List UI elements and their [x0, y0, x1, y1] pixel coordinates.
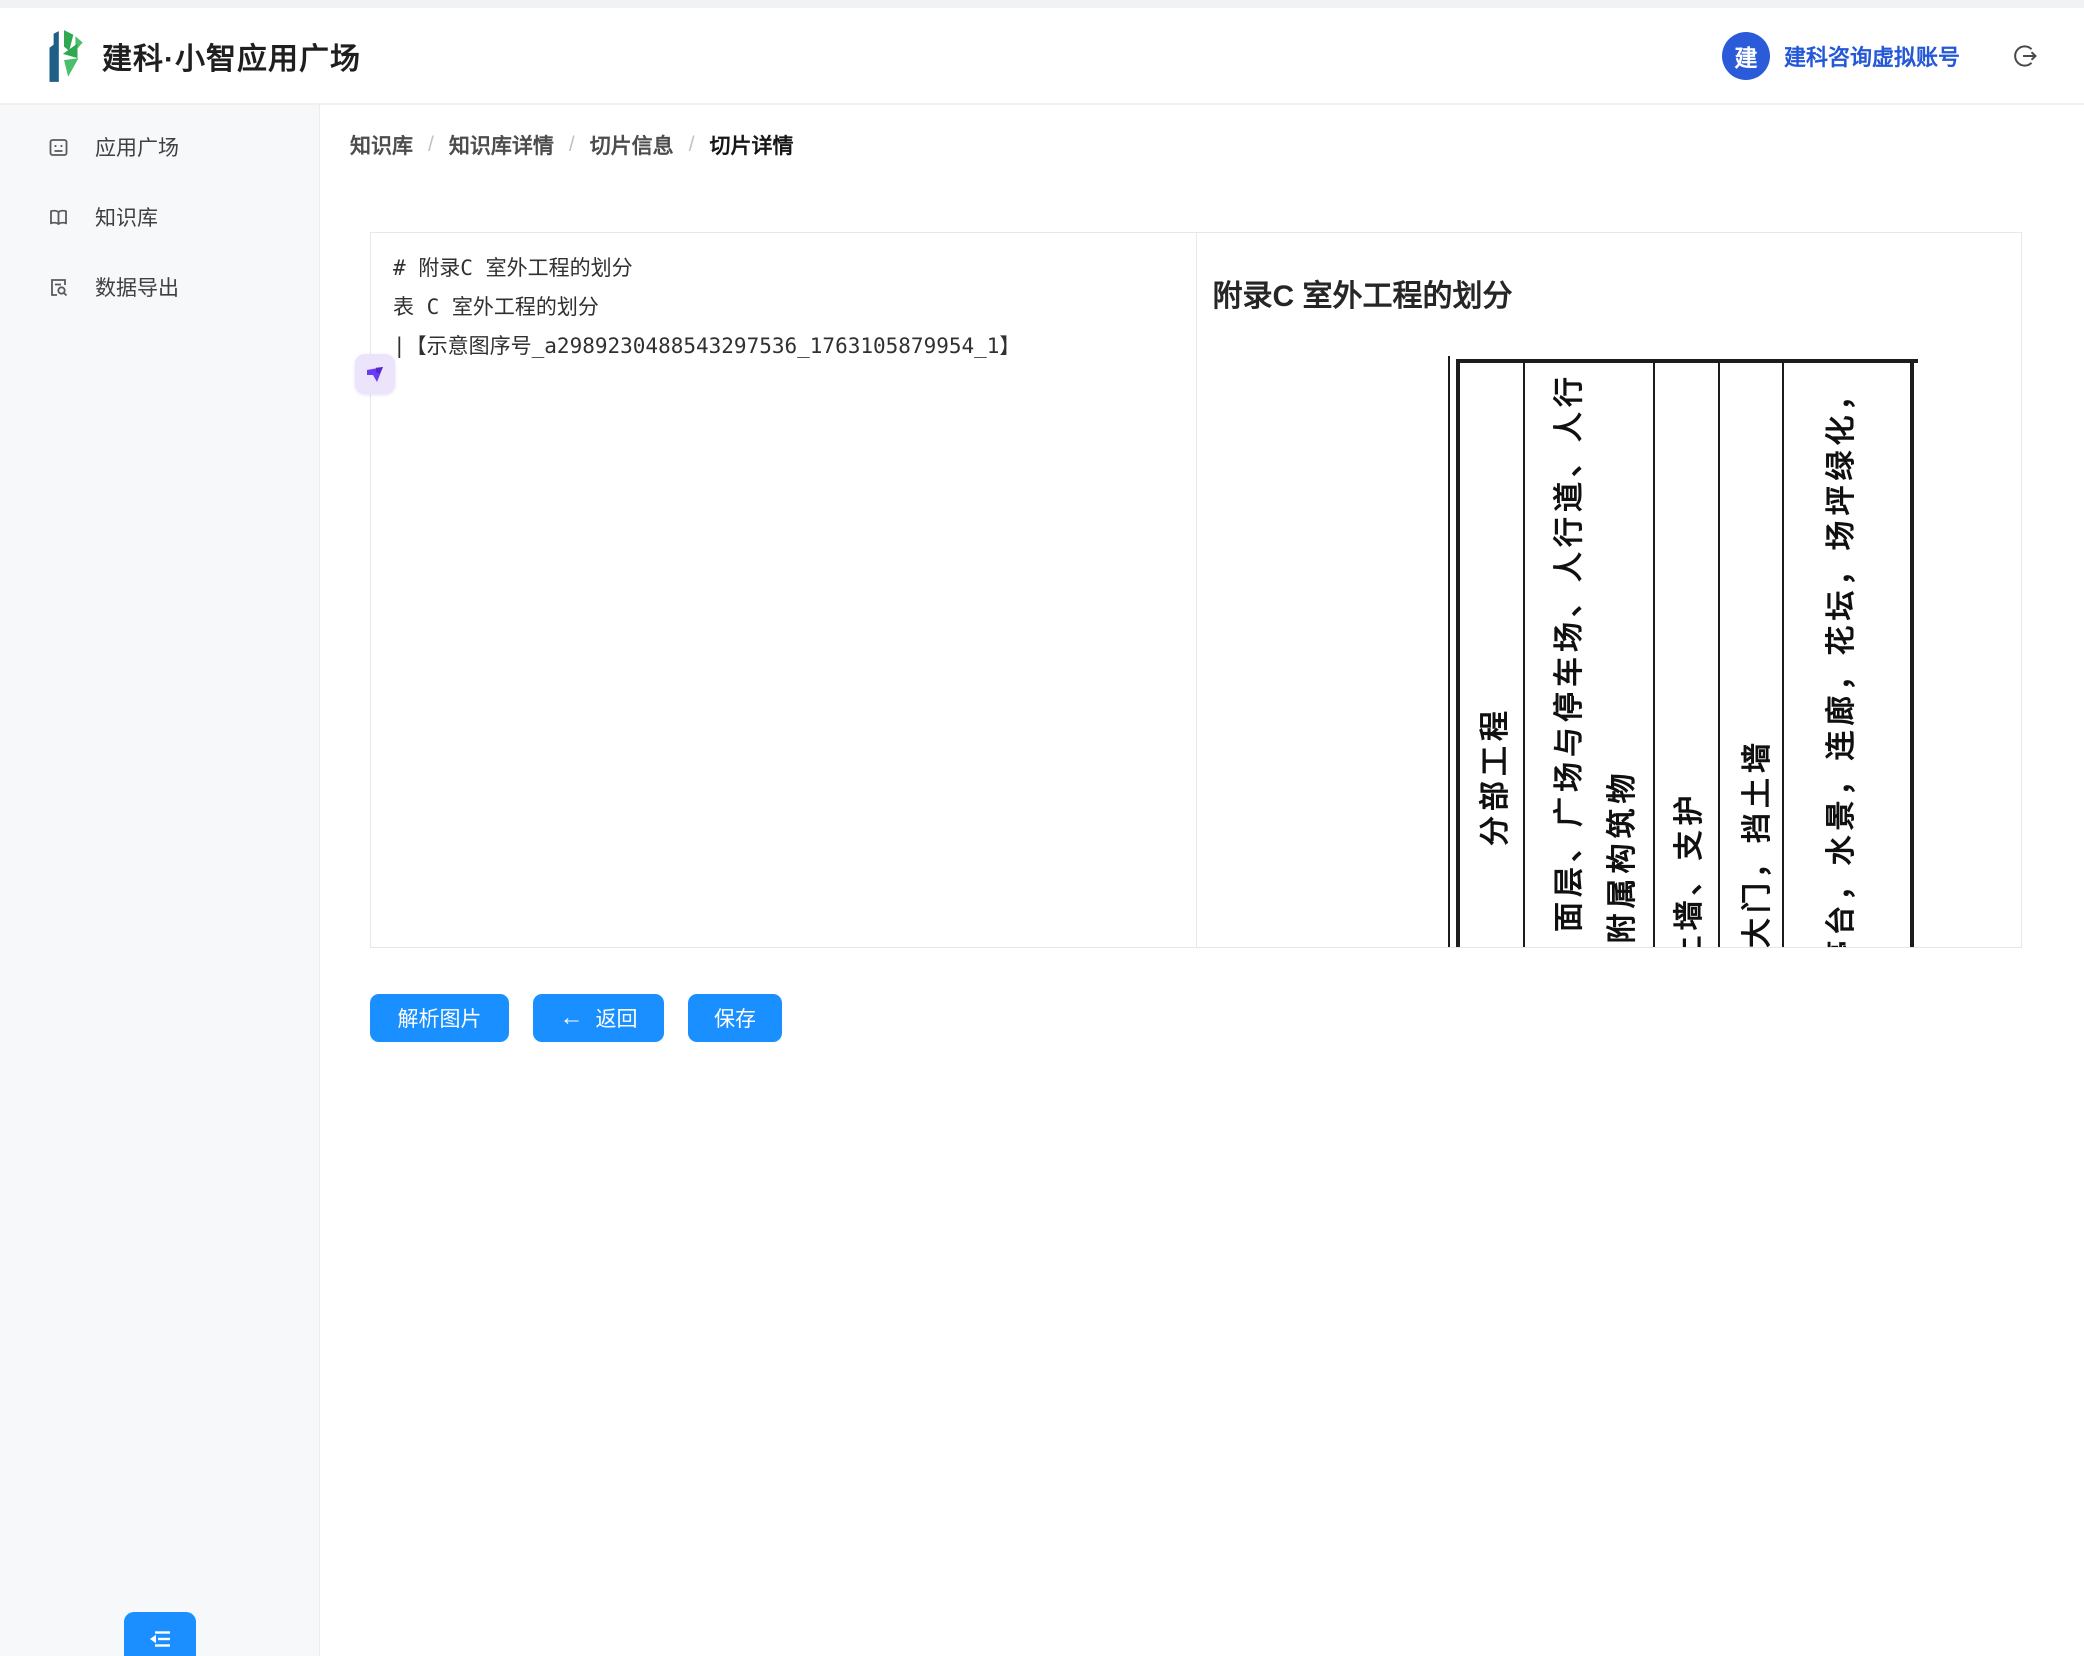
- ai-assistant-badge[interactable]: [355, 354, 395, 394]
- avatar[interactable]: 建: [1722, 32, 1770, 80]
- scan-divider: [1523, 361, 1526, 947]
- sidebar-item-app-plaza[interactable]: 应用广场: [0, 112, 319, 182]
- scan-column-text: 附属构筑物: [1597, 769, 1641, 944]
- ai-assistant-icon: [363, 362, 387, 386]
- editor-line: # 附录C 室外工程的划分: [393, 249, 1176, 288]
- window-top-strip: [0, 0, 2084, 8]
- scanned-table-image: 分部工程 面层、广场与停车场、人行道、人行 附属构筑物 土墙、支护 大门，挡土墙…: [1448, 356, 1926, 947]
- scan-divider: [1718, 361, 1721, 947]
- breadcrumb-separator: /: [689, 133, 695, 157]
- sidebar-item-label: 数据导出: [95, 272, 179, 302]
- collapse-sidebar-icon: [146, 1625, 174, 1653]
- account-name[interactable]: 建科咨询虚拟账号: [1784, 40, 1960, 72]
- slice-detail-panels: # 附录C 室外工程的划分 表 C 室外工程的划分 |【示意图序号_a29892…: [370, 232, 2022, 948]
- breadcrumb-separator: /: [569, 133, 575, 157]
- breadcrumb-knowledge-base[interactable]: 知识库: [350, 130, 413, 160]
- parse-image-button[interactable]: 解析图片: [370, 994, 509, 1042]
- sidebar: 应用广场 知识库 数据导出: [0, 105, 320, 1656]
- back-arrow-icon: ←: [560, 1006, 584, 1030]
- back-button[interactable]: ← 返回: [533, 994, 664, 1042]
- sidebar-item-data-export[interactable]: 数据导出: [0, 252, 319, 322]
- markdown-preview: 附录C 室外工程的划分 分部工程 面层、广场与停车场、人行道、人行: [1197, 233, 2021, 947]
- scan-divider: [1653, 361, 1656, 947]
- brand-logo-icon: [40, 28, 88, 84]
- back-label: 返回: [596, 1003, 638, 1033]
- application-window: 建科·小智应用广场 建 建科咨询虚拟账号: [0, 0, 2084, 1656]
- scan-column-text: 分部工程: [1470, 706, 1514, 846]
- sidebar-item-knowledge-base[interactable]: 知识库: [0, 182, 319, 252]
- breadcrumb: 知识库 / 知识库详情 / 切片信息 / 切片详情: [350, 125, 794, 165]
- logout-icon[interactable]: [2010, 41, 2040, 71]
- knowledge-base-icon: [47, 206, 70, 229]
- scan-column-text: 面层、广场与停车场、人行道、人行: [1544, 372, 1588, 932]
- sidebar-item-label: 应用广场: [95, 132, 179, 162]
- editor-line: 表 C 室外工程的划分: [393, 288, 1176, 327]
- scan-border-right: [1910, 359, 1914, 947]
- breadcrumb-kb-detail[interactable]: 知识库详情: [449, 130, 554, 160]
- save-button[interactable]: 保存: [688, 994, 782, 1042]
- parse-image-label: 解析图片: [398, 1003, 482, 1033]
- scan-column-text: 大门，挡土墙: [1732, 738, 1776, 947]
- preview-heading: 附录C 室外工程的划分: [1213, 271, 1513, 315]
- editor-line: |【示意图序号_a2989230488543297536_17631058799…: [393, 327, 1176, 366]
- scan-column-text: 亭台，水景，连廊，花坛，场坪绿化，: [1816, 376, 1860, 948]
- collapse-sidebar-button[interactable]: [124, 1612, 196, 1656]
- breadcrumb-current-slice-detail: 切片详情: [710, 130, 794, 160]
- markdown-editor[interactable]: # 附录C 室外工程的划分 表 C 室外工程的划分 |【示意图序号_a29892…: [371, 233, 1197, 947]
- scan-column-text: 土墙、支护: [1664, 791, 1708, 948]
- app-plaza-icon: [47, 136, 70, 159]
- scan-border-left: [1456, 359, 1460, 947]
- scan-divider: [1782, 361, 1785, 947]
- header-account-area: 建 建科咨询虚拟账号: [1722, 32, 2084, 80]
- breadcrumb-slice-info[interactable]: 切片信息: [590, 130, 674, 160]
- header-brand: 建科·小智应用广场: [0, 28, 361, 84]
- breadcrumb-separator: /: [428, 133, 434, 157]
- main-content: 知识库 / 知识库详情 / 切片信息 / 切片详情 # 附录C 室外工程的划分 …: [320, 105, 2084, 1656]
- app-title: 建科·小智应用广场: [102, 34, 361, 78]
- data-export-icon: [47, 276, 70, 299]
- scan-edge-line: [1448, 356, 1450, 947]
- save-label: 保存: [714, 1003, 756, 1033]
- header: 建科·小智应用广场 建 建科咨询虚拟账号: [0, 8, 2084, 105]
- action-buttons: 解析图片 ← 返回 保存: [370, 994, 782, 1042]
- sidebar-item-label: 知识库: [95, 202, 158, 232]
